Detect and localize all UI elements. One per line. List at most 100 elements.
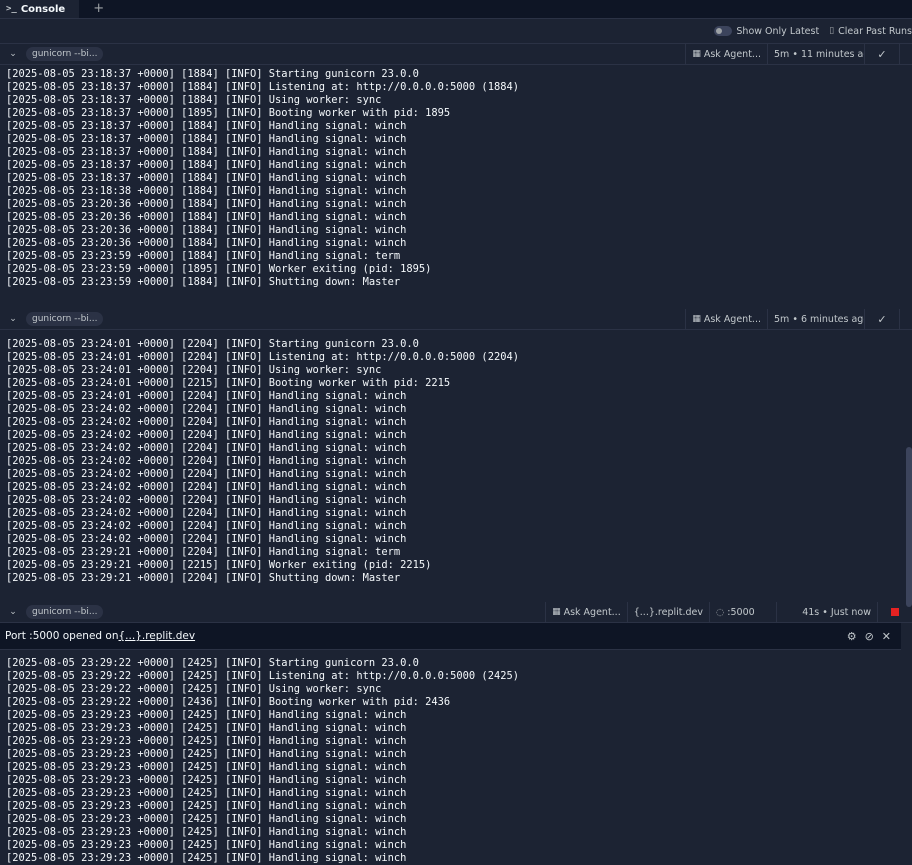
ask-agent-label: Ask Agent... [563,606,621,618]
log-line: [2025-08-05 23:24:01 +0000] [2204] [INFO… [6,364,382,376]
port-button[interactable]: ◌ :5000 [709,602,776,622]
log-line: [2025-08-05 23:18:37 +0000] [1884] [INFO… [6,68,419,80]
ask-agent-label: Ask Agent... [703,48,761,60]
port-opened-notice: Port :5000 opened on {...}.replit.dev ⚙ … [0,623,901,650]
log-line: [2025-08-05 23:24:02 +0000] [2204] [INFO… [6,481,407,493]
log-line: [2025-08-05 23:18:37 +0000] [1884] [INFO… [6,81,519,93]
log-line: [2025-08-05 23:18:37 +0000] [1884] [INFO… [6,159,407,171]
clear-past-runs-label: Clear Past Runs [838,25,912,37]
console-tabbar: >_ Console + [0,0,912,19]
tab-console-label: Console [20,3,66,15]
log-line: [2025-08-05 23:24:01 +0000] [2204] [INFO… [6,338,419,350]
log-line: [2025-08-05 23:29:23 +0000] [2425] [INFO… [6,839,407,851]
log-line: [2025-08-05 23:24:01 +0000] [2204] [INFO… [6,390,407,402]
log-line: [2025-08-05 23:29:23 +0000] [2425] [INFO… [6,735,407,747]
ask-agent-button[interactable]: ▦ Ask Agent... [545,602,627,622]
header-spacer [899,309,912,329]
clear-past-runs-button[interactable]: ▯ Clear Past Runs [829,26,912,37]
log-line: [2025-08-05 23:24:02 +0000] [2204] [INFO… [6,507,407,519]
run-log: [2025-08-05 23:29:22 +0000] [2425] [INFO… [0,650,912,865]
log-line: [2025-08-05 23:18:37 +0000] [1884] [INFO… [6,120,407,132]
run-time: 41s • Just now [776,602,877,622]
log-line: [2025-08-05 23:20:36 +0000] [1884] [INFO… [6,237,407,249]
terminal-prompt-icon: >_ [6,4,17,14]
header-spacer [899,44,912,64]
port-notice-link[interactable]: {...}.replit.dev [119,630,196,642]
log-line: [2025-08-05 23:24:01 +0000] [2215] [INFO… [6,377,451,389]
run-log: [2025-08-05 23:24:01 +0000] [2204] [INFO… [0,330,912,585]
log-line: [2025-08-05 23:23:59 +0000] [1884] [INFO… [6,276,401,288]
run-header: ⌄ gunicorn --bi... ▦ Ask Agent... 5m • 6… [0,309,912,330]
log-line: [2025-08-05 23:24:02 +0000] [2204] [INFO… [6,403,407,415]
port-notice-text: Port :5000 opened on [5,630,119,642]
log-line: [2025-08-05 23:23:59 +0000] [1895] [INFO… [6,263,432,275]
log-line: [2025-08-05 23:29:22 +0000] [2436] [INFO… [6,696,451,708]
log-line: [2025-08-05 23:29:21 +0000] [2204] [INFO… [6,572,401,584]
log-line: [2025-08-05 23:29:22 +0000] [2425] [INFO… [6,657,419,669]
run-gap [0,289,912,309]
run-command-pill[interactable]: gunicorn --bi... [26,47,104,61]
toggle-switch-icon[interactable] [714,26,733,36]
add-tab-button[interactable]: + [93,0,104,18]
run-header: ⌄ gunicorn --bi... ▦ Ask Agent... 5m • 1… [0,44,912,65]
log-line: [2025-08-05 23:29:21 +0000] [2204] [INFO… [6,546,401,558]
log-line: [2025-08-05 23:18:37 +0000] [1884] [INFO… [6,172,407,184]
log-line: [2025-08-05 23:29:23 +0000] [2425] [INFO… [6,722,407,734]
log-line: [2025-08-05 23:29:22 +0000] [2425] [INFO… [6,683,382,695]
log-line: [2025-08-05 23:29:23 +0000] [2425] [INFO… [6,826,407,838]
log-line: [2025-08-05 23:18:37 +0000] [1895] [INFO… [6,107,451,119]
show-only-latest-label: Show Only Latest [736,25,820,37]
tab-console[interactable]: >_ Console [0,0,80,18]
settings-icon[interactable]: ⚙ [847,630,857,643]
log-line: [2025-08-05 23:29:22 +0000] [2425] [INFO… [6,670,519,682]
run-gap [0,585,912,602]
run-status: ✓ [864,309,899,329]
log-line: [2025-08-05 23:29:23 +0000] [2425] [INFO… [6,748,407,760]
log-line: [2025-08-05 23:29:23 +0000] [2425] [INFO… [6,761,407,773]
clear-icon: ▯ [829,26,835,36]
log-line: [2025-08-05 23:29:23 +0000] [2425] [INFO… [6,774,407,786]
check-icon: ✓ [877,47,887,61]
log-line: [2025-08-05 23:24:02 +0000] [2204] [INFO… [6,533,407,545]
log-line: [2025-08-05 23:29:23 +0000] [2425] [INFO… [6,813,407,825]
port-label: :5000 [727,606,755,618]
log-line: [2025-08-05 23:18:37 +0000] [1884] [INFO… [6,94,382,106]
chevron-down-icon[interactable]: ⌄ [0,314,26,324]
log-line: [2025-08-05 23:20:36 +0000] [1884] [INFO… [6,211,407,223]
stop-icon [891,608,899,616]
chevron-down-icon[interactable]: ⌄ [0,607,26,617]
log-line: [2025-08-05 23:18:37 +0000] [1884] [INFO… [6,133,407,145]
chevron-down-icon[interactable]: ⌄ [0,49,26,59]
ask-agent-button[interactable]: ▦ Ask Agent... [685,44,767,64]
log-line: [2025-08-05 23:20:36 +0000] [1884] [INFO… [6,224,407,236]
log-line: [2025-08-05 23:24:02 +0000] [2204] [INFO… [6,455,407,467]
port-icon: ◌ [716,606,725,618]
run-header: ⌄ gunicorn --bi... ▦ Ask Agent... {...}.… [0,602,912,623]
scrollbar[interactable] [906,447,912,607]
log-line: [2025-08-05 23:24:02 +0000] [2204] [INFO… [6,494,407,506]
log-line: [2025-08-05 23:24:02 +0000] [2204] [INFO… [6,520,407,532]
domain-link[interactable]: {...}.replit.dev [626,602,709,622]
log-line: [2025-08-05 23:24:02 +0000] [2204] [INFO… [6,442,407,454]
log-line: [2025-08-05 23:24:02 +0000] [2204] [INFO… [6,468,407,480]
log-line: [2025-08-05 23:24:01 +0000] [2204] [INFO… [6,351,519,363]
check-icon: ✓ [877,312,887,326]
console-toolbar: Show Only Latest ▯ Clear Past Runs [0,19,912,44]
agent-icon: ▦ [692,49,701,59]
run-status: ✓ [864,44,899,64]
hide-icon[interactable]: ⊘ [865,630,874,643]
show-only-latest-toggle[interactable]: Show Only Latest [714,26,819,37]
close-icon[interactable]: ✕ [882,630,891,643]
log-line: [2025-08-05 23:18:37 +0000] [1884] [INFO… [6,146,407,158]
ask-agent-button[interactable]: ▦ Ask Agent... [685,309,767,329]
log-line: [2025-08-05 23:24:02 +0000] [2204] [INFO… [6,429,407,441]
run-log: [2025-08-05 23:18:37 +0000] [1884] [INFO… [0,65,912,289]
log-line: [2025-08-05 23:24:02 +0000] [2204] [INFO… [6,416,407,428]
run-command-pill[interactable]: gunicorn --bi... [26,312,104,326]
agent-icon: ▦ [552,607,561,617]
run-command-pill[interactable]: gunicorn --bi... [26,605,104,619]
log-line: [2025-08-05 23:20:36 +0000] [1884] [INFO… [6,198,407,210]
ask-agent-label: Ask Agent... [703,313,761,325]
run-time: 5m • 11 minutes ago [767,44,864,64]
log-line: [2025-08-05 23:29:23 +0000] [2425] [INFO… [6,787,407,799]
